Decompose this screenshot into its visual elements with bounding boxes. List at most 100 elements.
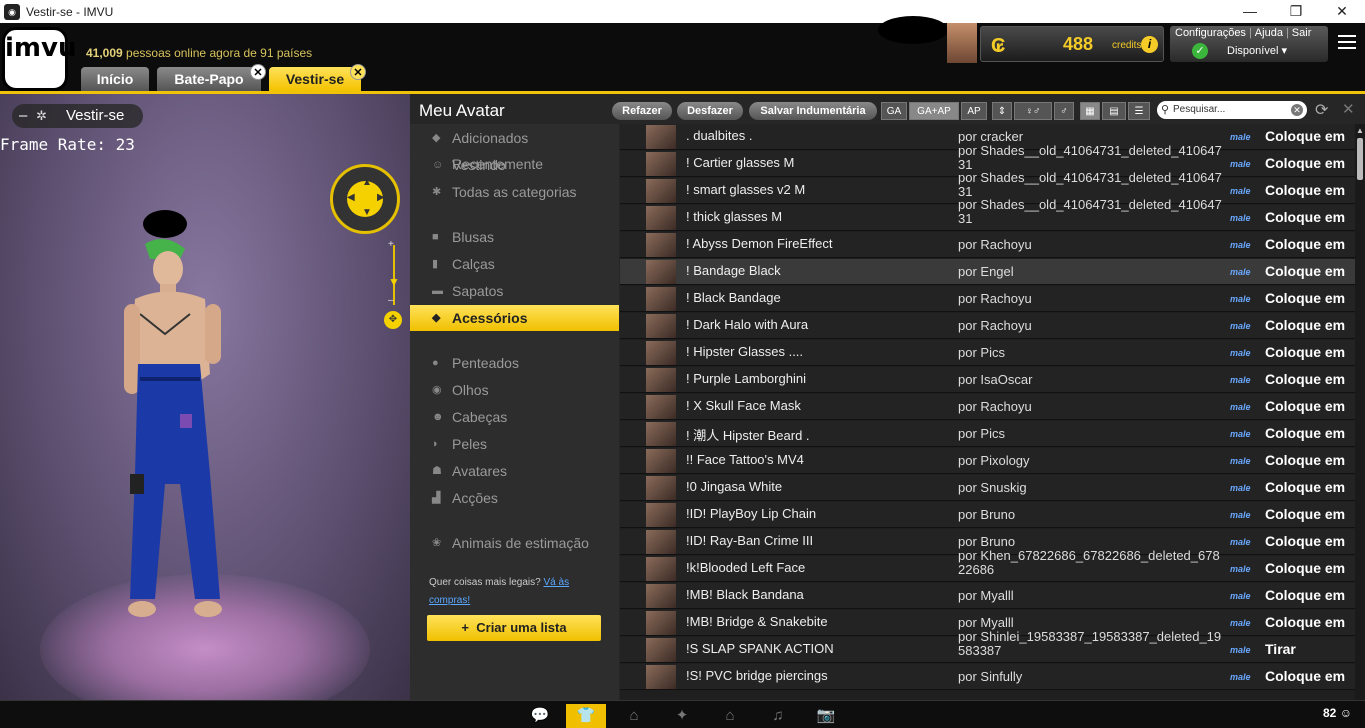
- item-name[interactable]: !S SLAP SPANK ACTION: [686, 641, 834, 656]
- redo-button[interactable]: Refazer: [612, 102, 672, 120]
- category-wearing[interactable]: ☺ Vestindo: [410, 152, 619, 178]
- zoom-in-icon[interactable]: +: [388, 239, 394, 250]
- item-name[interactable]: ! X Skull Face Mask: [686, 398, 801, 413]
- zoom-slider[interactable]: + ▼ – ✥: [384, 239, 402, 329]
- list-item[interactable]: !ID! PlayBoy Lip Chain por Bruno male Coloq…: [620, 502, 1355, 528]
- music-icon[interactable]: ♫: [758, 704, 798, 728]
- camera-navigation-pad[interactable]: ▲ ▼ ◀ ▶: [330, 164, 400, 234]
- list-item[interactable]: ! 潮人 Hipster Beard . por Pics male Coloque …: [620, 421, 1355, 447]
- item-thumbnail[interactable]: [646, 422, 676, 446]
- credits-panel[interactable]: ₢ 488 credits i: [980, 26, 1164, 62]
- item-thumbnail[interactable]: [646, 584, 676, 608]
- wear-item-button[interactable]: Coloque em: [1265, 344, 1345, 360]
- remove-item-button[interactable]: Tirar: [1265, 641, 1296, 657]
- item-name[interactable]: ! Dark Halo with Aura: [686, 317, 808, 332]
- list-item[interactable]: ! Black Bandage por Rachoyu male Coloque em: [620, 286, 1355, 312]
- wear-item-button[interactable]: Coloque em: [1265, 263, 1345, 279]
- item-name[interactable]: ! Bandage Black: [686, 263, 781, 278]
- scroll-up-icon[interactable]: ▲: [1356, 126, 1364, 135]
- wear-item-button[interactable]: Coloque em: [1265, 533, 1345, 549]
- item-name[interactable]: !MB! Bridge & Snakebite: [686, 614, 828, 629]
- category-peles[interactable]: ◗ Peles: [410, 431, 619, 457]
- wear-item-button[interactable]: Coloque em: [1265, 128, 1345, 144]
- item-name[interactable]: !MB! Black Bandana: [686, 587, 804, 602]
- item-thumbnail[interactable]: [646, 638, 676, 662]
- item-name[interactable]: ! smart glasses v2 M: [686, 182, 805, 197]
- camera-icon[interactable]: 📷: [806, 704, 846, 728]
- small-grid-view-icon[interactable]: ▤: [1102, 102, 1126, 120]
- item-thumbnail[interactable]: [646, 125, 676, 149]
- wear-item-button[interactable]: Coloque em: [1265, 668, 1345, 684]
- arrow-up-icon[interactable]: ▲: [362, 177, 372, 188]
- hamburger-menu-icon[interactable]: [1338, 35, 1356, 53]
- wear-item-button[interactable]: Coloque em: [1265, 614, 1345, 630]
- wear-item-button[interactable]: Coloque em: [1265, 371, 1345, 387]
- gender-both-icon[interactable]: ♀♂: [1014, 102, 1052, 120]
- settings-link[interactable]: Configurações: [1175, 27, 1246, 39]
- list-item[interactable]: !S SLAP SPANK ACTION por Shinlei_19583387…: [620, 630, 1355, 663]
- item-thumbnail[interactable]: [646, 260, 676, 284]
- item-thumbnail[interactable]: [646, 503, 676, 527]
- category-recently-added[interactable]: ◆ Adicionados Recentemente: [410, 125, 619, 172]
- wear-item-button[interactable]: Coloque em: [1265, 155, 1345, 171]
- imvu-logo[interactable]: imvu: [2, 27, 76, 91]
- room-icon[interactable]: ⌂: [710, 704, 750, 728]
- list-view-icon[interactable]: ☰: [1128, 102, 1150, 120]
- item-thumbnail[interactable]: [646, 314, 676, 338]
- pose-icon[interactable]: ✦: [662, 704, 702, 728]
- category-blusas[interactable]: ■ Blusas: [410, 224, 619, 250]
- zoom-handle-icon[interactable]: ▼: [388, 275, 400, 289]
- list-item[interactable]: ! Bandage Black por Engel male Coloque em: [620, 259, 1355, 285]
- category-olhos[interactable]: ◉ Olhos: [410, 377, 619, 403]
- item-name[interactable]: ! Abyss Demon FireEffect: [686, 236, 832, 251]
- info-icon[interactable]: i: [1141, 36, 1158, 53]
- item-thumbnail[interactable]: [646, 341, 676, 365]
- collapse-icon[interactable]: –: [19, 104, 27, 128]
- item-name[interactable]: ! Purple Lamborghini: [686, 371, 806, 386]
- undo-button[interactable]: Desfazer: [677, 102, 743, 120]
- maximize-button[interactable]: ❐: [1273, 0, 1319, 23]
- item-name[interactable]: !ID! PlayBoy Lip Chain: [686, 506, 816, 521]
- list-item[interactable]: ! thick glasses M por Shades__old_4106473…: [620, 198, 1355, 231]
- item-thumbnail[interactable]: [646, 476, 676, 500]
- item-thumbnail[interactable]: [646, 395, 676, 419]
- list-item[interactable]: ! X Skull Face Mask por Rachoyu male Coloqu…: [620, 394, 1355, 420]
- list-item[interactable]: !0 Jingasa White por Snuskig male Coloque e…: [620, 475, 1355, 501]
- create-list-button[interactable]: + Criar uma lista: [427, 615, 601, 641]
- close-tab-vestir-se-icon[interactable]: ✕: [350, 64, 366, 80]
- wear-item-button[interactable]: Coloque em: [1265, 506, 1345, 522]
- list-scrollbar[interactable]: ▲: [1355, 124, 1365, 700]
- category-cabecas[interactable]: ☻ Cabeças: [410, 404, 619, 430]
- tab-inicio[interactable]: Início: [81, 67, 149, 91]
- wear-item-button[interactable]: Coloque em: [1265, 560, 1345, 576]
- status-dropdown[interactable]: Disponível ▾: [1192, 44, 1322, 57]
- hanger-icon[interactable]: ⌂: [614, 704, 654, 728]
- save-outfit-button[interactable]: Salvar Indumentária: [749, 102, 877, 120]
- category-sapatos[interactable]: ▬ Sapatos: [410, 278, 619, 304]
- close-tab-bate-papo-icon[interactable]: ✕: [250, 64, 266, 80]
- item-name[interactable]: !k!Blooded Left Face: [686, 560, 805, 575]
- wear-item-button[interactable]: Coloque em: [1265, 398, 1345, 414]
- item-name[interactable]: ! Hipster Glasses ....: [686, 344, 803, 359]
- wear-item-button[interactable]: Coloque em: [1265, 182, 1345, 198]
- category-acessorios[interactable]: ◆ Acessórios: [410, 305, 619, 331]
- category-penteados[interactable]: ● Penteados: [410, 350, 619, 376]
- item-name[interactable]: !! Face Tattoo's MV4: [686, 452, 804, 467]
- item-thumbnail[interactable]: [646, 368, 676, 392]
- avatar-viewport[interactable]: – ✲ Vestir-se Frame Rate: 23 ▲ ▼ ◀ ▶ + ▼…: [0, 94, 410, 700]
- item-thumbnail[interactable]: [646, 530, 676, 554]
- category-pets[interactable]: ❀ Animais de estimação: [410, 530, 619, 556]
- filter-ap[interactable]: AP: [961, 102, 987, 120]
- item-thumbnail[interactable]: [646, 179, 676, 203]
- wear-item-button[interactable]: Coloque em: [1265, 587, 1345, 603]
- filter-ga-ap[interactable]: GA+AP: [909, 102, 959, 120]
- search-input[interactable]: ⚲ Pesquisar... ✕: [1157, 101, 1307, 119]
- category-all[interactable]: ✱ Todas as categorias: [410, 179, 619, 205]
- item-thumbnail[interactable]: [646, 449, 676, 473]
- list-item[interactable]: ! Dark Halo with Aura por Rachoyu male Colo…: [620, 313, 1355, 339]
- wear-item-button[interactable]: Coloque em: [1265, 479, 1345, 495]
- list-item[interactable]: !k!Blooded Left Face por Khen_67822686_67…: [620, 549, 1355, 582]
- scroll-thumb[interactable]: [1357, 138, 1363, 180]
- arrow-right-icon[interactable]: ▶: [377, 192, 385, 203]
- help-link[interactable]: Ajuda: [1255, 27, 1283, 39]
